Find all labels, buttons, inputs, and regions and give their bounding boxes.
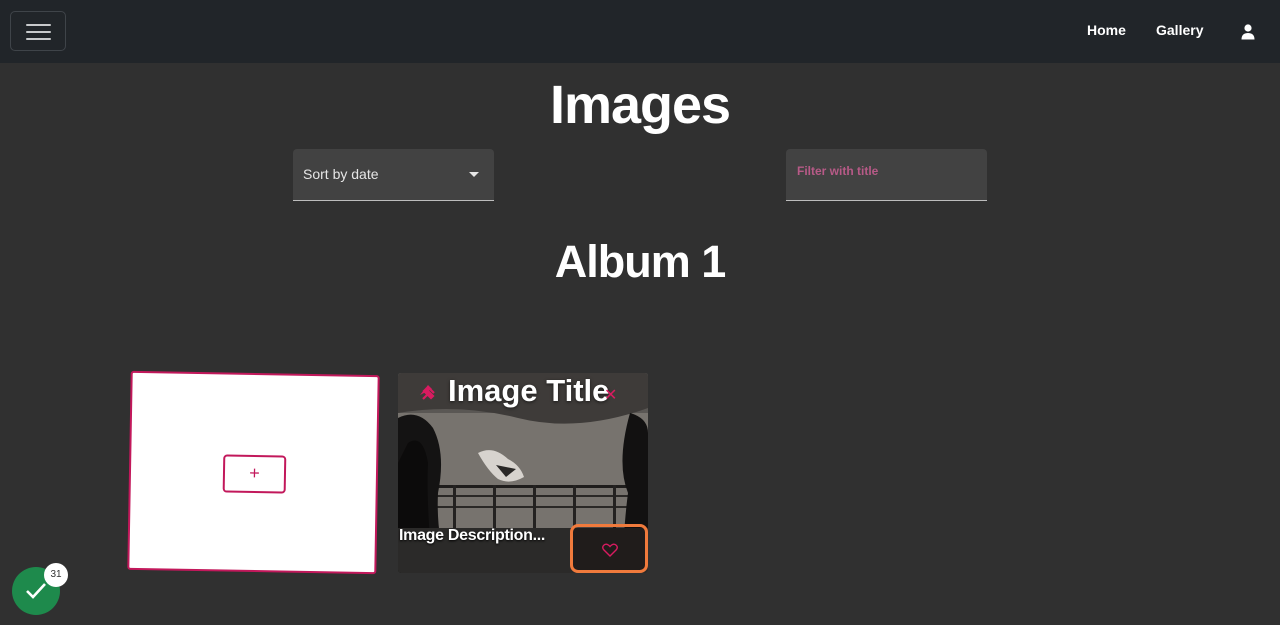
- hamburger-menu-button[interactable]: [10, 11, 66, 51]
- like-button[interactable]: [570, 524, 648, 573]
- add-image-card: +: [127, 370, 380, 575]
- user-icon[interactable]: [1241, 24, 1255, 40]
- hamburger-icon-line: [26, 38, 51, 40]
- page-title: Images: [549, 75, 731, 135]
- nav-home-link[interactable]: Home: [1087, 22, 1126, 38]
- pin-icon[interactable]: [420, 384, 438, 402]
- notification-badge: 31: [44, 563, 68, 587]
- image-description: Image Description...: [399, 527, 546, 544]
- filter-field: [786, 149, 987, 201]
- image-title: Image Title: [448, 373, 610, 408]
- check-icon: [26, 583, 46, 599]
- close-icon[interactable]: ✕: [604, 388, 617, 404]
- hamburger-icon: [26, 24, 51, 26]
- hamburger-icon-line: [26, 31, 51, 33]
- navbar: Home Gallery: [0, 0, 1280, 63]
- heart-icon: [602, 543, 618, 557]
- album-title: Album 1: [554, 236, 727, 287]
- image-card[interactable]: Image Title ✕ Image Description...: [398, 373, 648, 573]
- sort-select[interactable]: Sort by date: [293, 149, 494, 201]
- nav-gallery-link[interactable]: Gallery: [1156, 22, 1203, 38]
- chevron-down-icon: [469, 172, 479, 177]
- sort-select-value: Sort by date: [303, 166, 379, 182]
- add-image-button[interactable]: +: [222, 454, 287, 494]
- filter-input[interactable]: [786, 149, 987, 200]
